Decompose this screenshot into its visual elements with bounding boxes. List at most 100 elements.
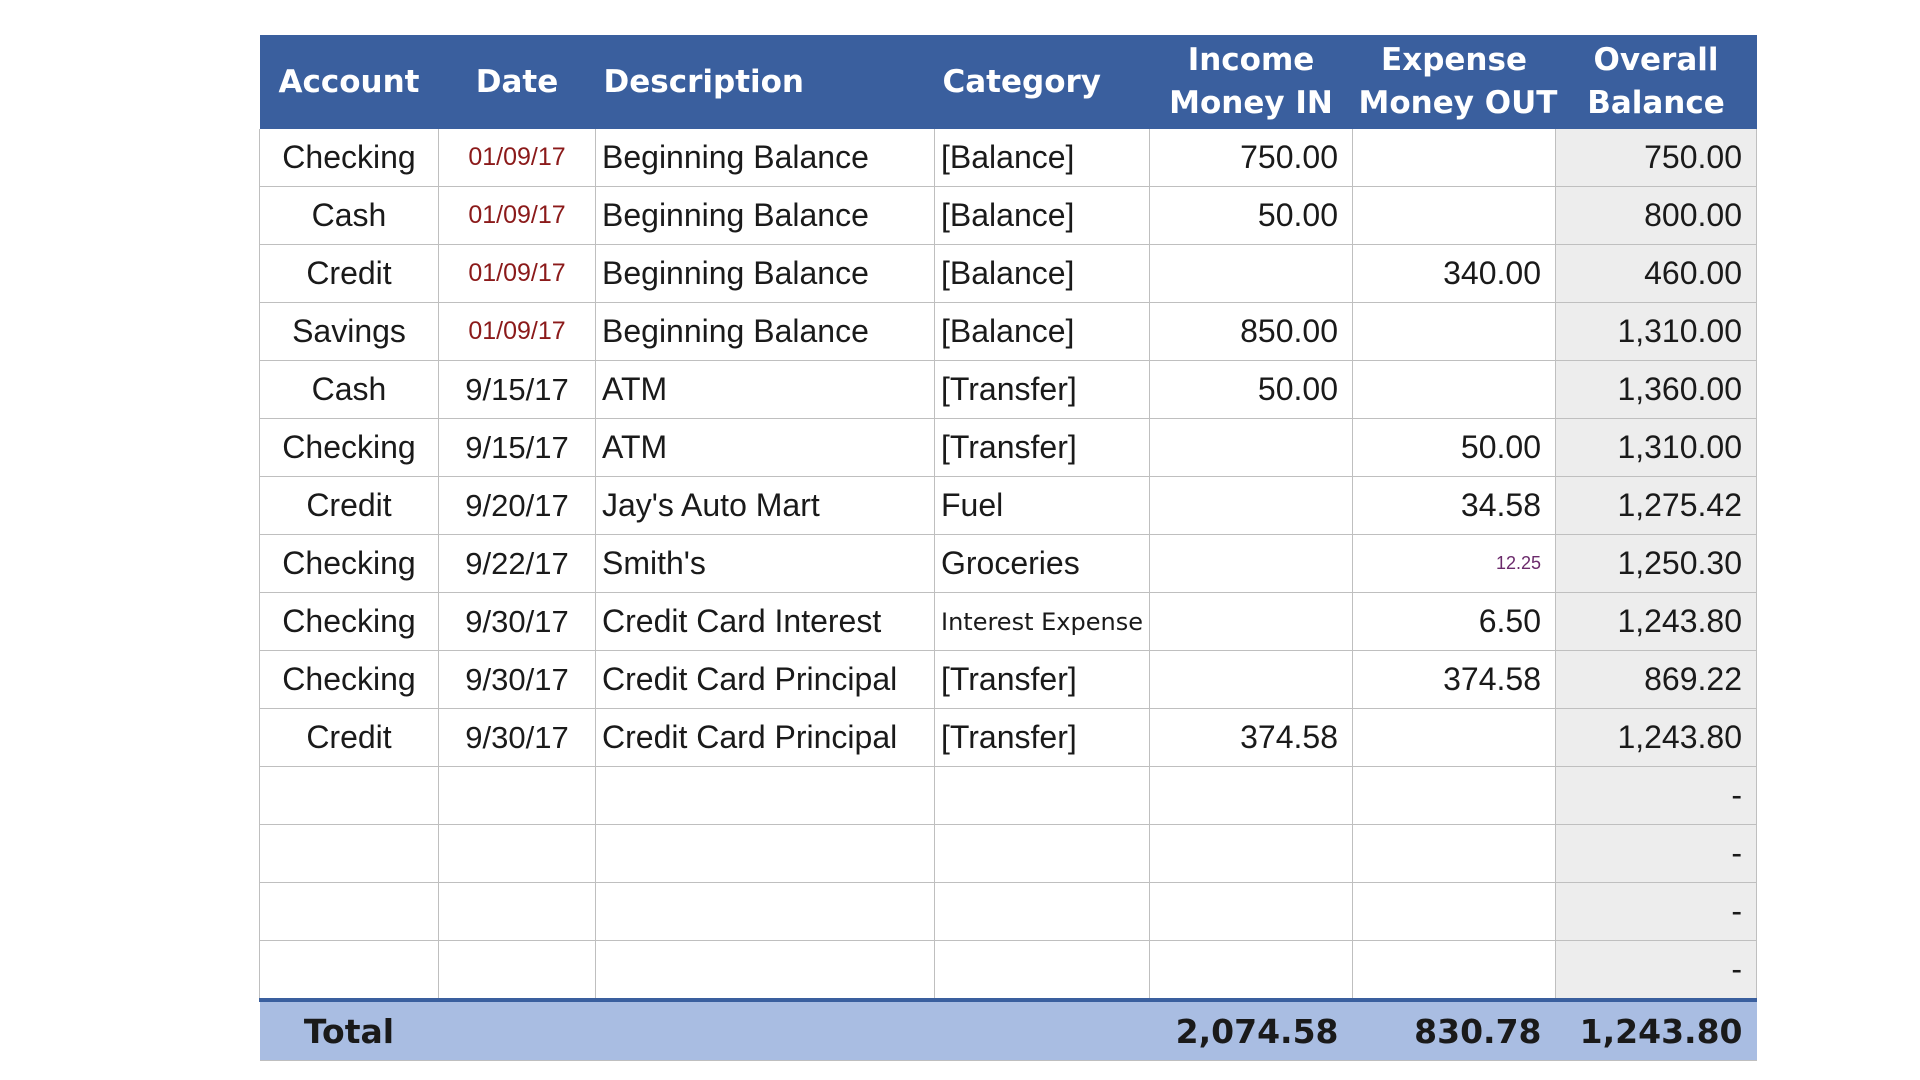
cell-account[interactable]: Cash <box>259 360 439 419</box>
cell-account[interactable] <box>259 940 439 1001</box>
cell-category[interactable]: [Transfer] <box>934 650 1150 709</box>
total-balance[interactable]: 1,243.80 <box>1555 998 1757 1061</box>
cell-date[interactable]: 01/09/17 <box>438 186 596 245</box>
cell-category[interactable]: [Transfer] <box>934 360 1150 419</box>
cell-date[interactable]: 9/30/17 <box>438 650 596 709</box>
cell-balance[interactable]: - <box>1555 824 1757 883</box>
cell-category[interactable] <box>934 824 1150 883</box>
cell-balance[interactable]: 460.00 <box>1555 244 1757 303</box>
cell-description[interactable] <box>595 882 935 941</box>
cell-date[interactable]: 01/09/17 <box>438 129 596 187</box>
cell-expense[interactable] <box>1352 940 1556 1001</box>
cell-description[interactable] <box>595 824 935 883</box>
cell-description[interactable]: Jay's Auto Mart <box>595 476 935 535</box>
cell-description[interactable]: Credit Card Principal <box>595 708 935 767</box>
cell-category[interactable] <box>934 882 1150 941</box>
header-category[interactable]: Category <box>934 35 1150 129</box>
cell-date[interactable]: 9/15/17 <box>438 418 596 477</box>
header-expense[interactable]: Expense Money OUT <box>1352 35 1557 129</box>
cell-description[interactable]: Beginning Balance <box>595 186 935 245</box>
cell-date[interactable]: 01/09/17 <box>438 244 596 303</box>
cell-expense[interactable]: 12.25 <box>1352 534 1556 593</box>
cell-date[interactable] <box>438 824 596 883</box>
cell-date[interactable] <box>438 940 596 1001</box>
cell-category[interactable] <box>934 766 1150 825</box>
cell-date[interactable] <box>438 766 596 825</box>
cell-date[interactable]: 9/15/17 <box>438 360 596 419</box>
cell-category[interactable]: [Transfer] <box>934 708 1150 767</box>
cell-category[interactable]: Groceries <box>934 534 1150 593</box>
cell-income[interactable] <box>1149 534 1353 593</box>
cell-category[interactable] <box>934 940 1150 1001</box>
cell-income[interactable]: 850.00 <box>1149 302 1353 361</box>
cell-expense[interactable]: 374.58 <box>1352 650 1556 709</box>
cell-category[interactable]: [Balance] <box>934 129 1150 187</box>
cell-description[interactable] <box>595 940 935 1001</box>
cell-income[interactable]: 50.00 <box>1149 186 1353 245</box>
cell-account[interactable] <box>259 824 439 883</box>
header-date[interactable]: Date <box>438 35 596 129</box>
cell-balance[interactable]: 1,310.00 <box>1555 302 1757 361</box>
cell-expense[interactable] <box>1352 129 1556 187</box>
cell-income[interactable] <box>1149 882 1353 941</box>
cell-expense[interactable] <box>1352 824 1556 883</box>
cell-description[interactable]: ATM <box>595 418 935 477</box>
cell-date[interactable]: 9/30/17 <box>438 592 596 651</box>
cell-income[interactable] <box>1149 244 1353 303</box>
cell-description[interactable]: Beginning Balance <box>595 129 935 187</box>
cell-balance[interactable]: - <box>1555 766 1757 825</box>
cell-category[interactable]: Interest Expense <box>934 592 1150 651</box>
cell-description[interactable] <box>595 766 935 825</box>
cell-account[interactable]: Savings <box>259 302 439 361</box>
cell-account[interactable]: Credit <box>259 708 439 767</box>
total-expense[interactable]: 830.78 <box>1352 998 1556 1061</box>
cell-account[interactable]: Credit <box>259 244 439 303</box>
cell-income[interactable]: 50.00 <box>1149 360 1353 419</box>
cell-income[interactable]: 750.00 <box>1149 129 1353 187</box>
cell-income[interactable] <box>1149 592 1353 651</box>
cell-date[interactable]: 9/30/17 <box>438 708 596 767</box>
cell-account[interactable]: Cash <box>259 186 439 245</box>
cell-description[interactable]: Smith's <box>595 534 935 593</box>
cell-expense[interactable] <box>1352 766 1556 825</box>
cell-expense[interactable]: 340.00 <box>1352 244 1556 303</box>
cell-description[interactable]: Credit Card Principal <box>595 650 935 709</box>
cell-account[interactable]: Checking <box>259 592 439 651</box>
cell-income[interactable] <box>1149 940 1353 1001</box>
cell-balance[interactable]: 1,275.42 <box>1555 476 1757 535</box>
cell-income[interactable] <box>1149 418 1353 477</box>
cell-balance[interactable]: 869.22 <box>1555 650 1757 709</box>
cell-category[interactable]: [Balance] <box>934 186 1150 245</box>
header-income[interactable]: Income Money IN <box>1149 35 1353 129</box>
cell-date[interactable]: 9/20/17 <box>438 476 596 535</box>
cell-expense[interactable] <box>1352 882 1556 941</box>
cell-expense[interactable]: 6.50 <box>1352 592 1556 651</box>
cell-balance[interactable]: - <box>1555 882 1757 941</box>
total-income[interactable]: 2,074.58 <box>1149 998 1353 1061</box>
cell-account[interactable]: Checking <box>259 129 439 187</box>
cell-balance[interactable]: 1,243.80 <box>1555 592 1757 651</box>
cell-balance[interactable]: 750.00 <box>1555 129 1757 187</box>
cell-account[interactable]: Credit <box>259 476 439 535</box>
cell-expense[interactable] <box>1352 708 1556 767</box>
header-balance[interactable]: Overall Balance <box>1555 35 1757 129</box>
cell-expense[interactable] <box>1352 360 1556 419</box>
cell-balance[interactable]: 1,250.30 <box>1555 534 1757 593</box>
cell-expense[interactable] <box>1352 186 1556 245</box>
cell-account[interactable] <box>259 882 439 941</box>
cell-income[interactable] <box>1149 824 1353 883</box>
cell-description[interactable]: Beginning Balance <box>595 302 935 361</box>
cell-account[interactable]: Checking <box>259 650 439 709</box>
cell-description[interactable]: Beginning Balance <box>595 244 935 303</box>
header-description[interactable]: Description <box>595 35 935 129</box>
cell-balance[interactable]: 1,243.80 <box>1555 708 1757 767</box>
cell-description[interactable]: ATM <box>595 360 935 419</box>
cell-account[interactable]: Checking <box>259 534 439 593</box>
cell-date[interactable]: 01/09/17 <box>438 302 596 361</box>
cell-income[interactable]: 374.58 <box>1149 708 1353 767</box>
cell-balance[interactable]: 1,360.00 <box>1555 360 1757 419</box>
cell-expense[interactable] <box>1352 302 1556 361</box>
cell-category[interactable]: [Balance] <box>934 244 1150 303</box>
cell-expense[interactable]: 50.00 <box>1352 418 1556 477</box>
cell-description[interactable]: Credit Card Interest <box>595 592 935 651</box>
